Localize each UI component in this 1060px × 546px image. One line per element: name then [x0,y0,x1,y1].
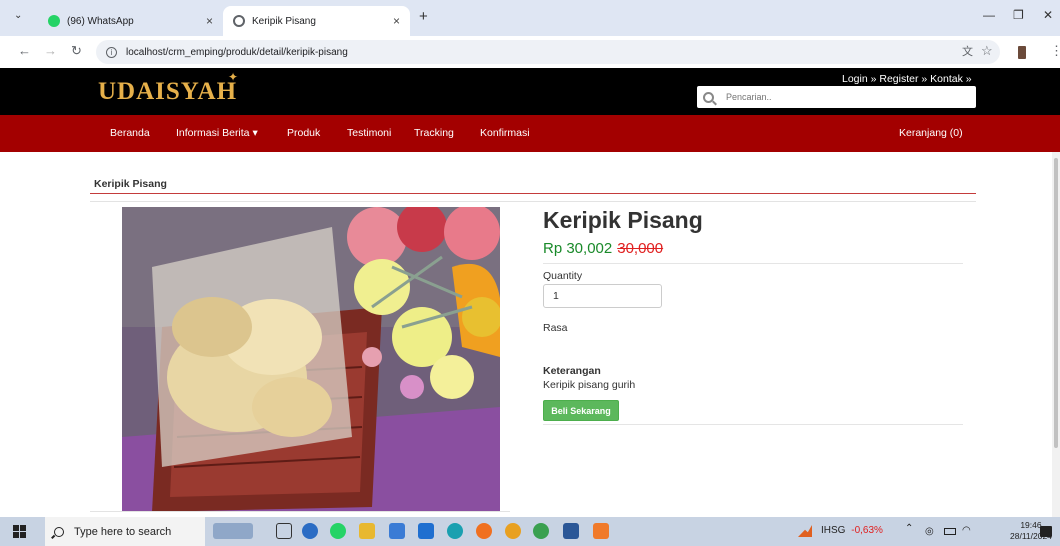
stock-icon [798,525,812,537]
breadcrumb: Keripik Pisang [94,178,167,190]
tray-chevron-icon[interactable]: ⌃ [905,523,913,534]
chrome-active-icon[interactable] [533,523,549,539]
close-icon[interactable]: × [206,14,213,28]
wifi-icon[interactable]: ◠ [962,525,971,536]
buy-now-button[interactable]: Beli Sekarang [543,400,619,421]
globe-icon [233,15,245,27]
browser-tab-strip: ⌄ (96) WhatsApp × Keripik Pisang × + — ❐… [0,0,1060,36]
tab-keripik-pisang[interactable]: Keripik Pisang × [223,6,410,36]
quantity-label: Quantity [543,270,583,282]
price-divider [543,263,963,264]
nav-item-informasi-berita[interactable]: Informasi Berita ▾ [176,127,258,139]
forward-icon[interactable]: → [44,43,57,58]
translate-icon[interactable]: 文 [962,43,973,59]
taskbar-search[interactable]: Type here to search [45,517,205,546]
browser-menu-icon[interactable]: ⋮ [1050,43,1060,59]
scrollbar-thumb[interactable] [1054,158,1058,448]
quantity-input[interactable] [543,284,662,308]
bookmark-star-icon[interactable]: ☆ [981,43,993,59]
stock-change: -0,63% [851,525,883,536]
keterangan-value: Keripik pisang gurih [543,379,636,391]
search-icon [703,91,714,103]
extension-icon[interactable] [1018,46,1026,59]
file-explorer-icon[interactable] [359,523,375,539]
tab-label: (96) WhatsApp [67,15,134,27]
search-icon [54,526,64,537]
stock-ticker[interactable]: IHSG -0,63% [821,525,883,536]
reload-icon[interactable]: ↻ [71,43,82,59]
close-icon[interactable]: × [393,14,400,28]
current-price: Rp 30,002 [543,240,613,257]
url-text: localhost/crm_emping/produk/detail/kerip… [126,46,348,58]
back-icon[interactable]: ← [18,43,31,58]
whatsapp-app-icon[interactable] [330,523,346,539]
image-bottom-divider [90,511,510,512]
tab-label: Keripik Pisang [252,15,316,27]
rasa-label: Rasa [543,322,568,334]
tab-whatsapp[interactable]: (96) WhatsApp × [38,6,223,36]
tab-list-chevron-icon[interactable]: ⌄ [14,10,22,21]
firefox-icon[interactable] [476,523,492,539]
battery-icon[interactable] [944,528,956,535]
network-icon[interactable]: ◎ [925,526,934,537]
product-title: Keripik Pisang [543,207,703,233]
old-price: 30,000 [617,240,664,257]
product-price: Rp 30,002 30,000 [543,240,663,257]
whatsapp-icon [48,15,60,27]
new-tab-button[interactable]: + [419,8,428,25]
widget-app-icon[interactable] [302,523,318,539]
top-links[interactable]: Login » Register » Kontak » [842,73,972,85]
cart-link[interactable]: Keranjang (0) [899,127,963,139]
breadcrumb-divider [90,193,976,194]
restore-button[interactable]: ❐ [1013,8,1024,22]
nav-item-konfirmasi[interactable]: Konfirmasi [480,127,530,139]
nav-item-tracking[interactable]: Tracking [414,127,454,139]
content-divider [90,201,976,202]
search-input[interactable] [726,92,926,102]
windows-start-icon[interactable] [13,525,26,538]
nav-item-beranda[interactable]: Beranda [110,127,150,139]
keterangan-label: Keterangan [543,365,601,377]
task-view-icon[interactable] [276,523,292,539]
search-box[interactable] [697,86,976,108]
logo-star-icon: ✦ [228,70,239,84]
mail-icon[interactable] [418,523,434,539]
minimize-button[interactable]: — [983,8,995,22]
chrome-icon[interactable] [505,523,521,539]
product-image [122,207,500,512]
window-close-button[interactable]: ✕ [1043,8,1053,22]
details-divider [543,424,963,425]
nav-item-produk[interactable]: Produk [287,127,320,139]
address-toolbar: ← → ↻ i localhost/crm_emping/produk/deta… [0,36,1060,68]
word-icon[interactable] [563,523,579,539]
stock-name: IHSG [821,525,846,536]
xampp-icon[interactable] [593,523,609,539]
edge-icon[interactable] [447,523,463,539]
nav-item-testimoni[interactable]: Testimoni [347,127,391,139]
site-header: UDAISYAH ✦ Login » Register » Kontak » [0,68,1060,115]
main-nav: Beranda Informasi Berita ▾ Produk Testim… [0,115,1060,152]
site-logo[interactable]: UDAISYAH [98,78,237,106]
weather-widget-icon[interactable] [213,523,253,539]
store-icon[interactable] [389,523,405,539]
site-info-icon[interactable]: i [106,46,117,58]
notification-icon[interactable] [1040,526,1052,537]
taskbar-search-placeholder: Type here to search [74,525,172,538]
address-bar[interactable]: i localhost/crm_emping/produk/detail/ker… [96,40,1000,64]
taskbar: Type here to search IHSG -0,63% ⌃ ◎ ◠ 19… [0,517,1060,546]
